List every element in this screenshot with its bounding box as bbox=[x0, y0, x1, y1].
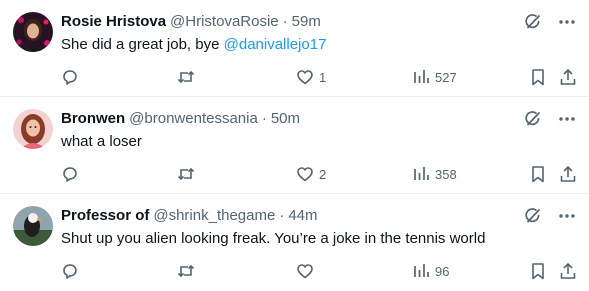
like-button[interactable] bbox=[295, 260, 319, 282]
reply-button[interactable] bbox=[60, 66, 84, 88]
reply-post[interactable]: Bronwen @bronwentessania · 50m what a lo… bbox=[0, 97, 589, 194]
user-handle[interactable]: @HristovaRosie bbox=[170, 12, 279, 32]
reply-icon bbox=[60, 67, 80, 87]
retweet-button[interactable] bbox=[176, 163, 200, 185]
timestamp[interactable]: 59m bbox=[292, 12, 321, 32]
avatar[interactable] bbox=[13, 12, 53, 52]
timestamp[interactable]: 50m bbox=[271, 109, 300, 129]
views-icon bbox=[411, 261, 431, 281]
views-button[interactable]: 96 bbox=[411, 260, 449, 282]
share-button[interactable] bbox=[558, 163, 578, 185]
views-icon bbox=[411, 164, 431, 184]
bookmark-button[interactable] bbox=[528, 163, 548, 185]
user-handle[interactable]: @bronwentessania bbox=[129, 109, 258, 129]
views-count: 96 bbox=[435, 263, 450, 279]
reply-button[interactable] bbox=[60, 163, 84, 185]
like-button[interactable]: 2 bbox=[295, 163, 326, 185]
reply-button[interactable] bbox=[60, 260, 84, 282]
display-name[interactable]: Professor of bbox=[61, 206, 149, 226]
grok-icon[interactable] bbox=[523, 109, 543, 129]
views-count: 358 bbox=[435, 166, 457, 182]
bookmark-icon bbox=[528, 164, 548, 184]
mention-link[interactable]: @danivallejo17 bbox=[224, 36, 327, 53]
post-top-actions bbox=[523, 109, 577, 129]
post-header: Rosie Hristova @HristovaRosie · 59m bbox=[61, 12, 321, 32]
post-header: Professor of @shrink_thegame · 44m bbox=[61, 206, 318, 226]
bookmark-button[interactable] bbox=[528, 66, 548, 88]
timestamp[interactable]: 44m bbox=[288, 206, 317, 226]
more-icon[interactable] bbox=[557, 109, 577, 129]
reply-icon bbox=[60, 261, 80, 281]
action-bar: 1 527 bbox=[0, 66, 589, 88]
views-button[interactable]: 527 bbox=[411, 66, 457, 88]
avatar[interactable] bbox=[13, 206, 53, 246]
display-name[interactable]: Bronwen bbox=[61, 109, 125, 129]
reply-post[interactable]: Rosie Hristova @HristovaRosie · 59m She … bbox=[0, 0, 589, 97]
like-icon bbox=[295, 261, 315, 281]
post-text-content: Shut up you alien looking freak. You’re … bbox=[61, 230, 486, 247]
like-icon bbox=[295, 67, 315, 87]
retweet-icon bbox=[176, 261, 196, 281]
retweet-button[interactable] bbox=[176, 260, 200, 282]
share-icon bbox=[558, 164, 578, 184]
separator: · bbox=[279, 207, 285, 224]
grok-icon[interactable] bbox=[523, 12, 543, 32]
views-icon bbox=[411, 67, 431, 87]
bookmark-icon bbox=[528, 261, 548, 281]
share-icon bbox=[558, 261, 578, 281]
avatar[interactable] bbox=[13, 109, 53, 149]
user-handle[interactable]: @shrink_thegame bbox=[153, 206, 275, 226]
reply-icon bbox=[60, 164, 80, 184]
post-text: She did a great job, bye @danivallejo17 bbox=[61, 35, 326, 55]
separator: · bbox=[282, 13, 288, 30]
separator: · bbox=[261, 110, 267, 127]
grok-icon[interactable] bbox=[523, 206, 543, 226]
post-text: what a loser bbox=[61, 132, 142, 152]
action-bar: 2 358 bbox=[0, 163, 589, 185]
retweet-icon bbox=[176, 67, 196, 87]
views-button[interactable]: 358 bbox=[411, 163, 457, 185]
post-top-actions bbox=[523, 12, 577, 32]
display-name[interactable]: Rosie Hristova bbox=[61, 12, 166, 32]
post-text: Shut up you alien looking freak. You’re … bbox=[61, 229, 485, 249]
post-header: Bronwen @bronwentessania · 50m bbox=[61, 109, 300, 129]
post-text-content: what a loser bbox=[61, 133, 142, 150]
bookmark-icon bbox=[528, 67, 548, 87]
retweet-button[interactable] bbox=[176, 66, 200, 88]
more-icon[interactable] bbox=[557, 206, 577, 226]
reply-post[interactable]: Professor of @shrink_thegame · 44m Shut … bbox=[0, 194, 589, 291]
bookmark-button[interactable] bbox=[528, 260, 548, 282]
post-top-actions bbox=[523, 206, 577, 226]
share-button[interactable] bbox=[558, 260, 578, 282]
more-icon[interactable] bbox=[557, 12, 577, 32]
share-button[interactable] bbox=[558, 66, 578, 88]
like-count: 2 bbox=[319, 166, 327, 182]
retweet-icon bbox=[176, 164, 196, 184]
replies-feed: Rosie Hristova @HristovaRosie · 59m She … bbox=[0, 0, 589, 291]
share-icon bbox=[558, 67, 578, 87]
post-text-content: She did a great job, bye bbox=[61, 36, 224, 53]
like-icon bbox=[295, 164, 315, 184]
like-count: 1 bbox=[319, 69, 327, 85]
views-count: 527 bbox=[435, 69, 457, 85]
action-bar: 96 bbox=[0, 260, 589, 282]
like-button[interactable]: 1 bbox=[295, 66, 326, 88]
